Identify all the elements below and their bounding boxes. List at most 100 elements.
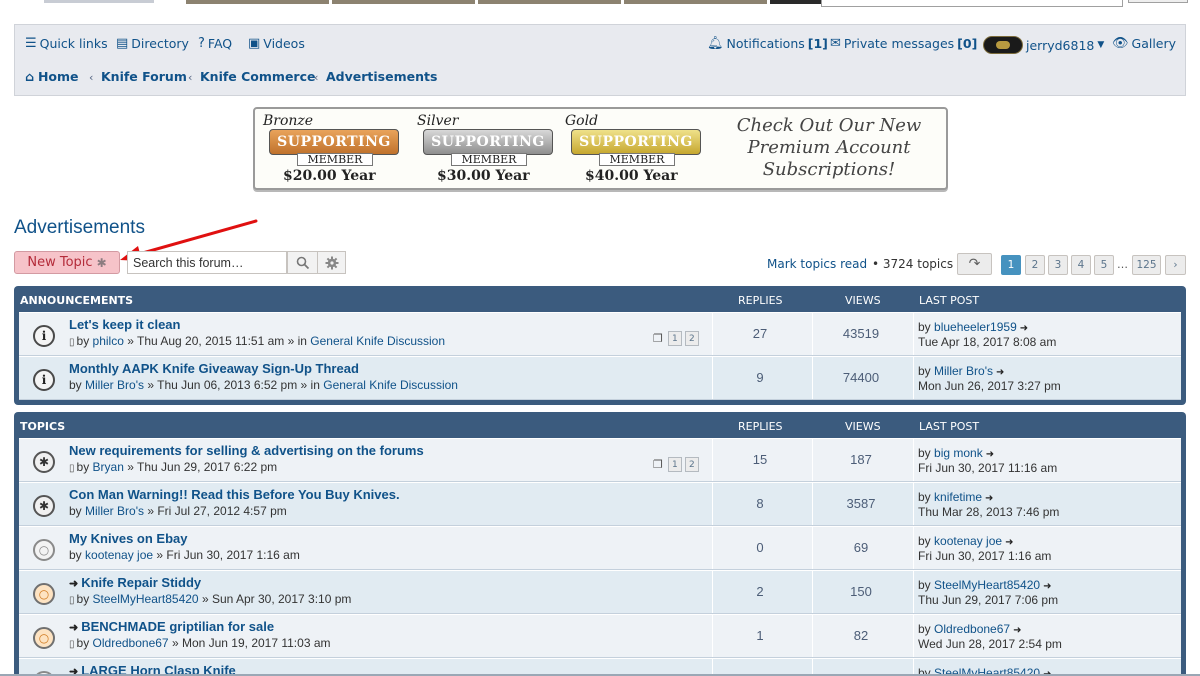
- last-poster-link[interactable]: Miller Bro's: [934, 364, 993, 378]
- quick-links-menu[interactable]: ☰ Quick links: [25, 36, 108, 51]
- hamburger-icon: ☰: [25, 36, 37, 51]
- avatar: [983, 36, 1023, 54]
- jump-to-page-button[interactable]: ↷: [957, 253, 992, 275]
- page-button-5[interactable]: 5: [1094, 255, 1114, 275]
- column-divider: [913, 615, 914, 657]
- forum-search-input[interactable]: [127, 251, 287, 274]
- by-label: by: [918, 534, 935, 548]
- view-count: 69: [853, 540, 869, 555]
- author-link[interactable]: Miller Bro's: [85, 378, 144, 392]
- column-divider: [812, 571, 813, 613]
- topic-title-link[interactable]: My Knives on Ebay: [69, 531, 187, 546]
- reply-count: 27: [752, 326, 768, 341]
- gear-icon[interactable]: [317, 251, 346, 274]
- by-label: by: [918, 490, 935, 504]
- notifications-link[interactable]: 🔔︎ Notifications [1]: [707, 36, 828, 51]
- private-messages-link[interactable]: ✉ Private messages [0]: [830, 36, 977, 51]
- last-poster-link[interactable]: kootenay joe: [934, 534, 1002, 548]
- page-button-last[interactable]: 125: [1132, 255, 1161, 275]
- goto-last-post-icon[interactable]: ➜: [1043, 581, 1051, 592]
- site-search-button[interactable]: [1128, 0, 1188, 3]
- forum-link[interactable]: General Knife Discussion: [323, 378, 458, 392]
- author-link[interactable]: kootenay joe: [85, 548, 153, 562]
- goto-last-post-icon[interactable]: ➜: [985, 493, 993, 504]
- last-poster-link[interactable]: knifetime: [934, 490, 982, 504]
- post-date: » Thu Jun 29, 2017 6:22 pm: [127, 460, 278, 474]
- topics-title: TOPICS: [20, 420, 66, 433]
- gallery-label: Gallery: [1131, 36, 1177, 51]
- site-logo-fragment: [44, 0, 154, 3]
- bronze-badge: Bronze SUPPORTING MEMBER $20.00 Year: [257, 113, 407, 185]
- topic-count: • 3724 topics: [872, 257, 954, 271]
- topic-title-link[interactable]: Con Man Warning!! Read this Before You B…: [69, 487, 400, 502]
- goto-last-post-icon[interactable]: ➜: [1005, 537, 1013, 548]
- topic-page-2[interactable]: 2: [684, 331, 699, 346]
- topic-page-2[interactable]: 2: [684, 457, 699, 472]
- by-label: by: [918, 622, 935, 636]
- views-column-header: VIEWS: [845, 420, 881, 433]
- notifications-label: Notifications: [726, 36, 805, 51]
- last-post-date: Thu Jun 29, 2017 7:06 pm: [918, 593, 1059, 607]
- user-menu[interactable]: jerryd6818 ▼: [983, 36, 1104, 54]
- breadcrumb-advertisements[interactable]: Advertisements: [326, 69, 437, 84]
- breadcrumb-knife-forum[interactable]: Knife Forum: [101, 69, 187, 84]
- private-messages-label: Private messages: [843, 36, 955, 51]
- page-button-2[interactable]: 2: [1025, 255, 1045, 275]
- topic-title-link[interactable]: Let's keep it clean: [69, 317, 180, 332]
- last-post-by: by blueheeler1959 ➜: [918, 320, 1028, 334]
- topic-pagination: ❐ 1 2: [653, 331, 699, 346]
- private-messages-count: [0]: [957, 36, 978, 51]
- last-poster-link[interactable]: Oldredbone67: [934, 622, 1010, 636]
- goto-last-post-icon[interactable]: ➜: [1013, 625, 1021, 636]
- page-button-4[interactable]: 4: [1071, 255, 1091, 275]
- gallery-link[interactable]: 👁︎ Gallery: [1112, 36, 1176, 51]
- goto-last-post-icon[interactable]: ➜: [986, 449, 994, 460]
- topic-title-link[interactable]: New requirements for selling & advertisi…: [69, 443, 424, 458]
- topic-title-link[interactable]: Monthly AAPK Knife Giveaway Sign-Up Thre…: [69, 361, 359, 376]
- sticky-pin-icon: ➜: [69, 578, 79, 590]
- search-icon[interactable]: [287, 251, 318, 274]
- directory-link[interactable]: ▤ Directory: [116, 36, 189, 51]
- last-post-date: Thu Mar 28, 2013 7:46 pm: [918, 505, 1060, 519]
- reply-count: 1: [756, 628, 764, 643]
- site-search-input[interactable]: [821, 0, 1123, 7]
- subscription-banner[interactable]: Bronze SUPPORTING MEMBER $20.00 Year Sil…: [253, 107, 948, 190]
- author-link[interactable]: Miller Bro's: [85, 504, 144, 518]
- breadcrumb-knife-commerce[interactable]: Knife Commerce: [200, 69, 315, 84]
- last-poster-link[interactable]: SteelMyHeart85420: [934, 578, 1040, 592]
- view-count: 74400: [842, 370, 880, 385]
- attachment-icon: ▯: [69, 337, 75, 348]
- goto-last-post-icon[interactable]: ➜: [996, 367, 1004, 378]
- topic-page-1[interactable]: 1: [667, 457, 682, 472]
- goto-last-post-icon[interactable]: ➜: [1020, 323, 1028, 334]
- sticky-topic-icon: ✱: [33, 451, 55, 473]
- videos-link[interactable]: ▣ Videos: [248, 36, 305, 51]
- column-divider: [712, 439, 713, 481]
- mark-topics-read-link[interactable]: Mark topics read: [767, 257, 867, 271]
- page-button-3[interactable]: 3: [1048, 255, 1068, 275]
- silver-price: $30.00 Year: [437, 168, 530, 184]
- topic-page-1[interactable]: 1: [667, 331, 682, 346]
- forum-link[interactable]: General Knife Discussion: [310, 334, 445, 348]
- column-divider: [812, 439, 813, 481]
- topic-title-link[interactable]: ➜ BENCHMADE griptilian for sale: [69, 619, 274, 634]
- post-date: » Fri Jun 30, 2017 1:16 am: [156, 548, 300, 562]
- author-link[interactable]: philco: [93, 334, 124, 348]
- page-button-1[interactable]: 1: [1001, 255, 1021, 275]
- next-page-button[interactable]: ›: [1165, 255, 1186, 275]
- author-link[interactable]: SteelMyHeart85420: [93, 592, 199, 606]
- new-topic-button[interactable]: New Topic ✱: [14, 251, 120, 274]
- topic-title-link[interactable]: ➜ Knife Repair Stiddy: [69, 575, 201, 590]
- announcements-panel: ANNOUNCEMENTS REPLIES VIEWS LAST POST i …: [14, 286, 1186, 405]
- view-count: 3587: [846, 496, 876, 511]
- last-poster-link[interactable]: blueheeler1959: [934, 320, 1017, 334]
- directory-icon: ▤: [116, 36, 129, 51]
- author-link[interactable]: Bryan: [93, 460, 124, 474]
- faq-link[interactable]: ? FAQ: [198, 36, 232, 51]
- breadcrumb-home[interactable]: ⌂ Home: [25, 69, 79, 84]
- author-link[interactable]: Oldredbone67: [93, 636, 169, 650]
- header-image-strip: [186, 0, 883, 4]
- last-poster-link[interactable]: big monk: [934, 446, 983, 460]
- breadcrumb-knife-commerce-label: Knife Commerce: [200, 69, 316, 84]
- home-icon: ⌂: [25, 69, 34, 84]
